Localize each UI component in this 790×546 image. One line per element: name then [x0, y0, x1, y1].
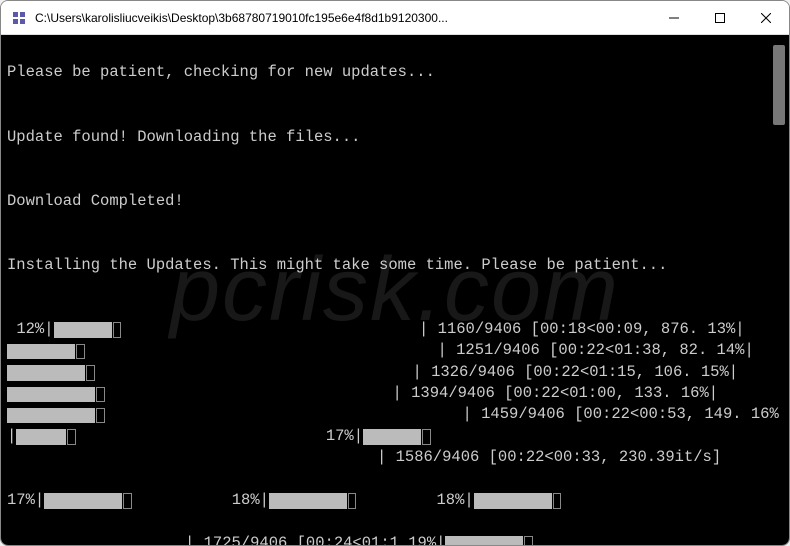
progress-text: | 1394/9406 [00:22<01:00, 133. 16%| — [393, 384, 719, 402]
minimize-button[interactable] — [651, 1, 697, 34]
app-window: C:\Users\karolisliucveikis\Desktop\3b687… — [0, 0, 790, 546]
progress-text: | 1160/9406 [00:18<00:09, 876. 13%| — [419, 320, 745, 338]
progress-bar — [16, 429, 66, 445]
progress-text: | 1251/9406 [00:22<01:38, 82. 14%| — [438, 341, 754, 359]
terminal-line: 17%| 18%| 18%| — [7, 490, 779, 511]
app-icon — [11, 10, 27, 26]
progress-bar — [363, 429, 421, 445]
replacement-char — [113, 322, 122, 338]
progress-bar — [445, 536, 523, 545]
progress-text: 18%| — [232, 491, 269, 509]
progress-text: 17%| — [326, 427, 363, 445]
maximize-button[interactable] — [697, 1, 743, 34]
replacement-char — [524, 536, 533, 545]
titlebar[interactable]: C:\Users\karolisliucveikis\Desktop\3b687… — [1, 1, 789, 35]
progress-bar — [7, 408, 95, 424]
replacement-char — [76, 344, 85, 360]
terminal-output: Please be patient, checking for new upda… — [1, 35, 789, 545]
terminal-line: Please be patient, checking for new upda… — [7, 62, 779, 83]
progress-text: 12%| — [7, 320, 54, 338]
terminal-line: Download Completed! — [7, 191, 779, 212]
replacement-char — [96, 387, 105, 403]
replacement-char — [348, 493, 357, 509]
terminal-line: Installing the Updates. This might take … — [7, 255, 779, 276]
terminal-line: | 1725/9406 [00:24<01:1 19%| — [7, 533, 779, 545]
scrollbar-thumb[interactable] — [773, 45, 785, 125]
terminal-line: | 1586/9406 [00:22<00:33, 230.39it/s] — [7, 447, 779, 468]
progress-bar — [7, 387, 95, 403]
progress-text: | 1326/9406 [00:22<01:15, 106. 15%| — [413, 363, 739, 381]
progress-text: 17%| — [7, 491, 44, 509]
progress-bar — [474, 493, 552, 509]
window-controls — [651, 1, 789, 34]
progress-text: | 1586/9406 [00:22<00:33, 230.39it/s] — [377, 448, 721, 466]
replacement-char — [553, 493, 562, 509]
terminal-line: Update found! Downloading the files... — [7, 127, 779, 148]
close-button[interactable] — [743, 1, 789, 34]
progress-bar — [7, 365, 85, 381]
replacement-char — [86, 365, 95, 381]
replacement-char — [67, 429, 76, 445]
progress-text: | 1725/9406 [00:24<01:1 19%| — [185, 534, 445, 545]
window-title: C:\Users\karolisliucveikis\Desktop\3b687… — [35, 11, 651, 25]
progress-text: 18%| — [436, 491, 473, 509]
progress-bar — [54, 322, 112, 338]
progress-bar — [44, 493, 122, 509]
progress-bar — [7, 344, 75, 360]
progress-bar — [269, 493, 347, 509]
replacement-char — [422, 429, 431, 445]
replacement-char — [96, 408, 105, 424]
replacement-char — [123, 493, 132, 509]
